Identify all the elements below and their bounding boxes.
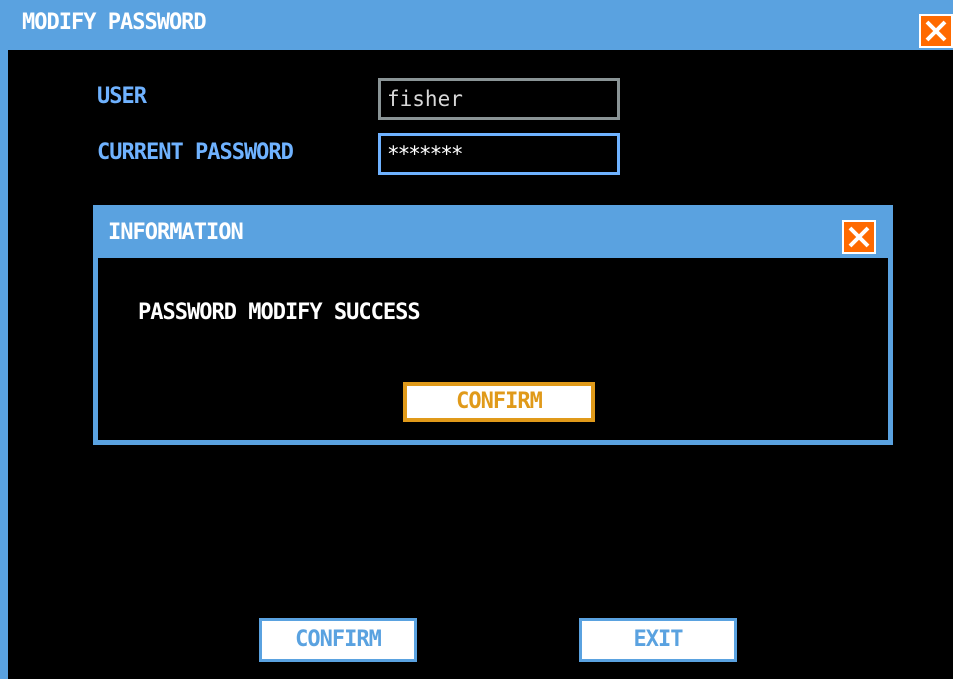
user-label: USER: [97, 84, 147, 109]
exit-button[interactable]: EXIT: [579, 618, 737, 662]
window-left-border: [0, 50, 8, 679]
dialog-message: PASSWORD MODIFY SUCCESS: [138, 300, 421, 325]
window-title-bar: MODIFY PASSWORD: [0, 0, 953, 50]
dialog-title: INFORMATION: [108, 220, 244, 245]
dialog-title-bar: INFORMATION: [98, 210, 888, 258]
information-dialog: INFORMATION PASSWORD MODIFY SUCCESS CONF…: [93, 205, 893, 445]
dialog-close-button[interactable]: [842, 220, 876, 254]
confirm-button[interactable]: CONFIRM: [259, 618, 417, 662]
close-icon: [925, 20, 947, 42]
window-close-button[interactable]: [919, 14, 953, 48]
current-password-label: CURRENT PASSWORD: [97, 140, 294, 165]
user-field[interactable]: fisher: [378, 78, 620, 120]
close-icon: [848, 226, 870, 248]
modify-password-window: MODIFY PASSWORD USER fisher CURRENT PASS…: [0, 0, 953, 679]
dialog-confirm-button[interactable]: CONFIRM: [403, 382, 595, 422]
current-password-field[interactable]: *******: [378, 133, 620, 175]
window-title: MODIFY PASSWORD: [22, 10, 207, 35]
